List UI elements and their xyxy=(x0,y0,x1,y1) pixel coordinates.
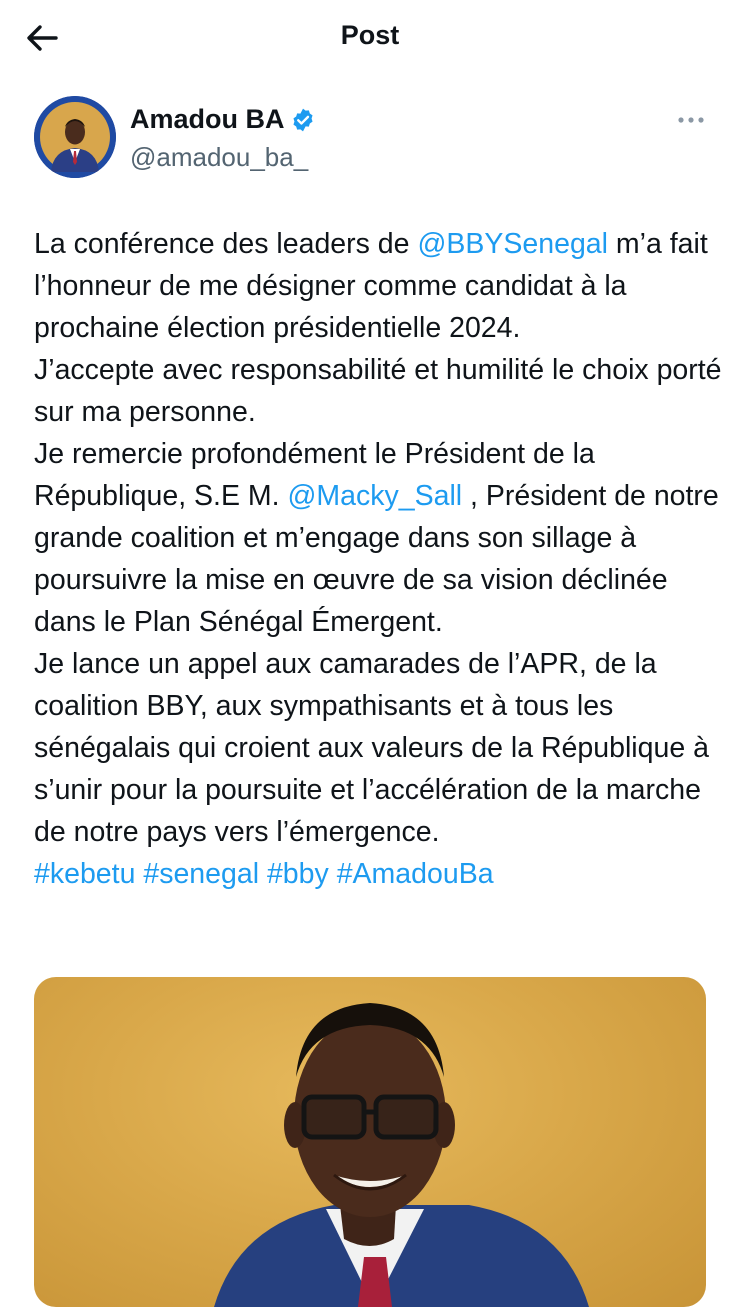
post-text: La conférence des leaders de @BBYSenegal… xyxy=(34,223,724,895)
post-photo[interactable] xyxy=(34,977,706,1307)
hashtag-line: #kebetu #senegal #bby #AmadouBa xyxy=(34,853,724,895)
verified-badge-icon xyxy=(290,107,316,133)
post-paragraph: J’accepte avec responsabilité et humilit… xyxy=(34,354,722,428)
top-bar: Post xyxy=(0,0,740,76)
mention-link-bbysenegal[interactable]: @BBYSenegal xyxy=(417,228,608,260)
hashtag-link[interactable]: #AmadouBa xyxy=(337,858,494,890)
mention-link-macky-sall[interactable]: @Macky_Sall xyxy=(287,480,462,512)
avatar[interactable] xyxy=(34,96,116,178)
hashtag-link[interactable]: #kebetu xyxy=(34,858,135,890)
hashtag-link[interactable]: #bby xyxy=(267,858,329,890)
post-paragraph: La conférence des leaders de @BBYSenegal… xyxy=(34,223,724,349)
more-options-icon[interactable] xyxy=(676,110,706,130)
post-paragraph: Je remercie profondément le Président de… xyxy=(34,433,724,643)
page-title: Post xyxy=(340,20,400,50)
post-paragraph: Je lance un appel aux camarades de l’APR… xyxy=(34,648,709,848)
hashtag-link[interactable]: #senegal xyxy=(143,858,259,890)
text-segment: La conférence des leaders de xyxy=(34,228,418,260)
author-handle[interactable]: @amadou_ba_ xyxy=(130,142,308,173)
author-name[interactable]: Amadou BA xyxy=(130,104,285,135)
